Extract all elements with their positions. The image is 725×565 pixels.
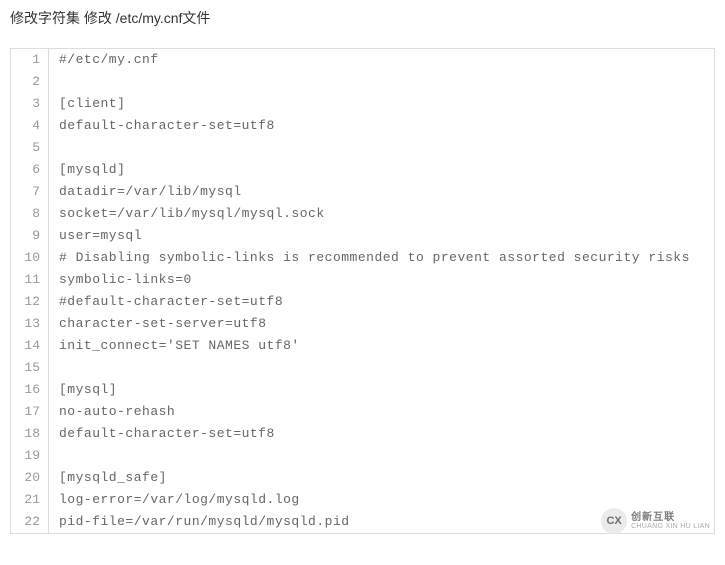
line-content: # Disabling symbolic-links is recommende… <box>49 247 690 269</box>
line-content: [client] <box>49 93 125 115</box>
line-number: 18 <box>11 423 49 445</box>
line-number: 4 <box>11 115 49 137</box>
line-content: no-auto-rehash <box>49 401 175 423</box>
code-row: 18default-character-set=utf8 <box>11 423 714 445</box>
code-row: 13character-set-server=utf8 <box>11 313 714 335</box>
line-content: [mysqld_safe] <box>49 467 167 489</box>
code-row: 6[mysqld] <box>11 159 714 181</box>
line-number: 19 <box>11 445 49 467</box>
line-number: 12 <box>11 291 49 313</box>
line-content: #default-character-set=utf8 <box>49 291 283 313</box>
line-content <box>49 137 59 159</box>
code-row: 9user=mysql <box>11 225 714 247</box>
line-number: 11 <box>11 269 49 291</box>
watermark: CX 创新互联 CHUANG XIN HU LIAN <box>601 508 710 534</box>
line-content: init_connect='SET NAMES utf8' <box>49 335 300 357</box>
line-number: 9 <box>11 225 49 247</box>
line-content: user=mysql <box>49 225 142 247</box>
line-number: 10 <box>11 247 49 269</box>
line-content <box>49 357 59 379</box>
watermark-name-cn: 创新互联 <box>631 512 710 523</box>
watermark-text: 创新互联 CHUANG XIN HU LIAN <box>631 512 710 531</box>
code-row: 10# Disabling symbolic-links is recommen… <box>11 247 714 269</box>
line-content: character-set-server=utf8 <box>49 313 267 335</box>
line-number: 8 <box>11 203 49 225</box>
line-content: #/etc/my.cnf <box>49 49 159 71</box>
line-content: pid-file=/var/run/mysqld/mysqld.pid <box>49 511 350 533</box>
line-number: 5 <box>11 137 49 159</box>
line-number: 17 <box>11 401 49 423</box>
line-content: socket=/var/lib/mysql/mysql.sock <box>49 203 325 225</box>
line-content: [mysqld] <box>49 159 125 181</box>
code-row: 5 <box>11 137 714 159</box>
code-row: 8socket=/var/lib/mysql/mysql.sock <box>11 203 714 225</box>
line-content: [mysql] <box>49 379 117 401</box>
line-number: 13 <box>11 313 49 335</box>
code-row: 20[mysqld_safe] <box>11 467 714 489</box>
code-row: 3[client] <box>11 93 714 115</box>
code-block: 1#/etc/my.cnf23[client]4default-characte… <box>10 48 715 534</box>
code-row: 11symbolic-links=0 <box>11 269 714 291</box>
watermark-name-en: CHUANG XIN HU LIAN <box>631 523 710 531</box>
line-number: 21 <box>11 489 49 511</box>
line-number: 1 <box>11 49 49 71</box>
code-row: 7datadir=/var/lib/mysql <box>11 181 714 203</box>
line-content <box>49 445 59 467</box>
line-number: 6 <box>11 159 49 181</box>
line-number: 2 <box>11 71 49 93</box>
line-number: 22 <box>11 511 49 533</box>
line-number: 16 <box>11 379 49 401</box>
line-number: 7 <box>11 181 49 203</box>
code-row: 15 <box>11 357 714 379</box>
line-content: datadir=/var/lib/mysql <box>49 181 242 203</box>
line-number: 15 <box>11 357 49 379</box>
line-content: default-character-set=utf8 <box>49 115 275 137</box>
line-content: symbolic-links=0 <box>49 269 192 291</box>
line-content: log-error=/var/log/mysqld.log <box>49 489 300 511</box>
code-row: 19 <box>11 445 714 467</box>
code-row: 4default-character-set=utf8 <box>11 115 714 137</box>
line-number: 3 <box>11 93 49 115</box>
code-row: 12#default-character-set=utf8 <box>11 291 714 313</box>
page-heading: 修改字符集 修改 /etc/my.cnf文件 <box>10 8 715 28</box>
code-row: 14init_connect='SET NAMES utf8' <box>11 335 714 357</box>
line-number: 14 <box>11 335 49 357</box>
line-number: 20 <box>11 467 49 489</box>
line-content <box>49 71 59 93</box>
line-content: default-character-set=utf8 <box>49 423 275 445</box>
code-row: 2 <box>11 71 714 93</box>
code-row: 16[mysql] <box>11 379 714 401</box>
code-row: 17no-auto-rehash <box>11 401 714 423</box>
watermark-logo-icon: CX <box>601 508 627 534</box>
code-row: 1#/etc/my.cnf <box>11 49 714 71</box>
